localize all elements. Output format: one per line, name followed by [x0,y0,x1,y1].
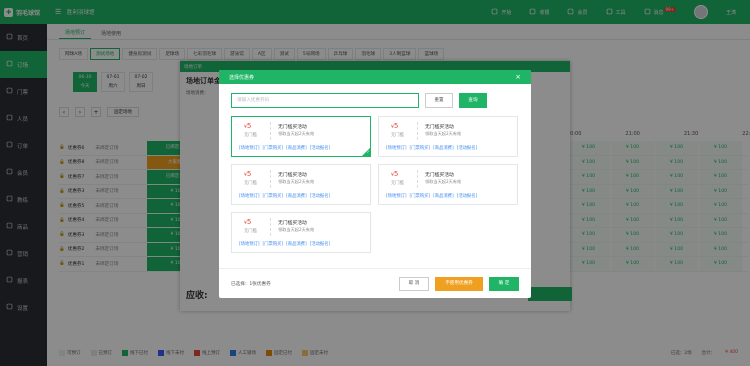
coupon-amount-value: 5 [393,122,399,130]
selected-coupon-count: 已选择：1张优惠券 [231,281,271,287]
close-icon[interactable]: × [515,73,521,81]
coupon-scope-tag: [商品消费] [286,242,307,247]
coupon-scope-tag: [活动报名] [309,146,331,151]
coupon-card[interactable]: ¥5 无门槛 无门槛买活动 领取当天起2天有效 [场地预订] [门票购买] [商品消费] [活… [378,164,518,205]
coupon-card[interactable]: ¥5 无门槛 无门槛买活动 领取当天起2天有效 [场地预订] [门票购买] [商品消费] [活… [231,212,371,253]
coupon-amount-value: 5 [246,218,252,226]
coupon-name: 无门槛买活动 [278,173,307,178]
coupon-scope-tags: [场地预订] [门票购买] [商品消费] [活动报名] [239,145,330,151]
coupon-scope-tag: [商品消费] [286,146,307,151]
coupon-scope-tags: [场地预订] [门票购买] [商品消费] [活动报名] [239,241,330,247]
coupon-amount: ¥5 [391,122,398,130]
coupon-threshold: 无门槛 [391,181,404,186]
coupon-name: 无门槛买活动 [425,173,454,178]
coupon-code-input[interactable] [231,93,419,108]
cancel-button[interactable]: 取 消 [399,276,429,291]
no-coupon-button[interactable]: 不使用优惠券 [435,276,483,291]
coupon-amount-value: 5 [393,170,399,178]
coupon-divider [270,218,271,236]
coupon-scope-tags: [场地预订] [门票购买] [商品消费] [活动报名] [386,145,477,151]
coupon-modal: 选择优惠券 × 重置 查询 ¥5无门槛无门槛买活动领取当天起2天有效[场地预订]… [219,70,531,298]
modal-footer: 已选择：1张优惠券 取 消 不使用优惠券 确 定 [219,268,531,298]
coupon-scope-tag: [活动报名] [456,146,478,151]
coupon-card[interactable]: ¥5 无门槛 无门槛买活动 领取当天起2天有效 [场地预订] [门票购买] [商品消费] [活… [231,116,371,157]
coupon-scope-tag: [活动报名] [309,194,331,199]
coupon-amount-value: 5 [246,122,252,130]
coupon-card[interactable]: ¥5 无门槛 无门槛买活动 领取当天起2天有效 [场地预订] [门票购买] [商品消费] [活… [231,164,371,205]
coupon-threshold: 无门槛 [391,133,404,138]
coupon-divider [417,170,418,188]
modal-title: 选择优惠券 [229,74,255,81]
coupon-divider [270,122,271,140]
coupon-divider [417,122,418,140]
coupon-scope-tag: [场地预订] [239,146,260,151]
coupon-name: 无门槛买活动 [278,221,307,226]
coupon-amount: ¥5 [244,170,251,178]
coupon-threshold: 无门槛 [244,181,257,186]
reset-button[interactable]: 重置 [425,93,453,108]
coupon-threshold: 无门槛 [244,133,257,138]
modal-header: 选择优惠券 × [219,70,531,84]
coupon-scope-tag: [活动报名] [309,242,331,247]
coupon-scope-tag: [商品消费] [433,194,454,199]
coupon-scope-tags: [场地预订] [门票购买] [商品消费] [活动报名] [386,193,477,199]
coupon-amount: ¥5 [244,122,251,130]
coupon-desc: 领取当天起2天有效 [425,131,462,136]
coupon-desc: 领取当天起2天有效 [278,227,315,232]
coupon-scope-tags: [场地预订] [门票购买] [商品消费] [活动报名] [239,193,330,199]
coupon-scope-tag: [门票购买] [409,146,431,151]
coupon-scope-tag: [场地预订] [239,242,260,247]
coupon-desc: 领取当天起2天有效 [278,179,315,184]
coupon-amount: ¥5 [391,170,398,178]
selected-check-icon [362,148,370,156]
coupon-name: 无门槛买活动 [278,125,307,130]
coupon-scope-tag: [场地预订] [239,194,260,199]
coupon-amount: ¥5 [244,218,251,226]
coupon-scope-tag: [商品消费] [286,194,307,199]
coupon-scope-tag: [门票购买] [262,242,284,247]
coupon-scope-tag: [场地预订] [386,194,407,199]
coupon-scope-tag: [门票购买] [409,194,431,199]
coupon-amount-value: 5 [246,170,252,178]
coupon-scope-tag: [商品消费] [433,146,454,151]
coupon-scope-tag: [活动报名] [456,194,478,199]
coupon-scope-tag: [场地预订] [386,146,407,151]
coupon-threshold: 无门槛 [244,229,257,234]
coupon-list: ¥5 无门槛 无门槛买活动 领取当天起2天有效 [场地预订] [门票购买] [商品消费] [活… [231,116,521,253]
coupon-scope-tag: [门票购买] [262,194,284,199]
query-button[interactable]: 查询 [459,93,487,108]
coupon-desc: 领取当天起2天有效 [425,179,462,184]
coupon-desc: 领取当天起2天有效 [278,131,315,136]
coupon-divider [270,170,271,188]
coupon-name: 无门槛买活动 [425,125,454,130]
coupon-card[interactable]: ¥5 无门槛 无门槛买活动 领取当天起2天有效 [场地预订] [门票购买] [商品消费] [活… [378,116,518,157]
coupon-scope-tag: [门票购买] [262,146,284,151]
confirm-button[interactable]: 确 定 [489,276,519,291]
coupon-search: 重置 查询 [231,93,487,108]
